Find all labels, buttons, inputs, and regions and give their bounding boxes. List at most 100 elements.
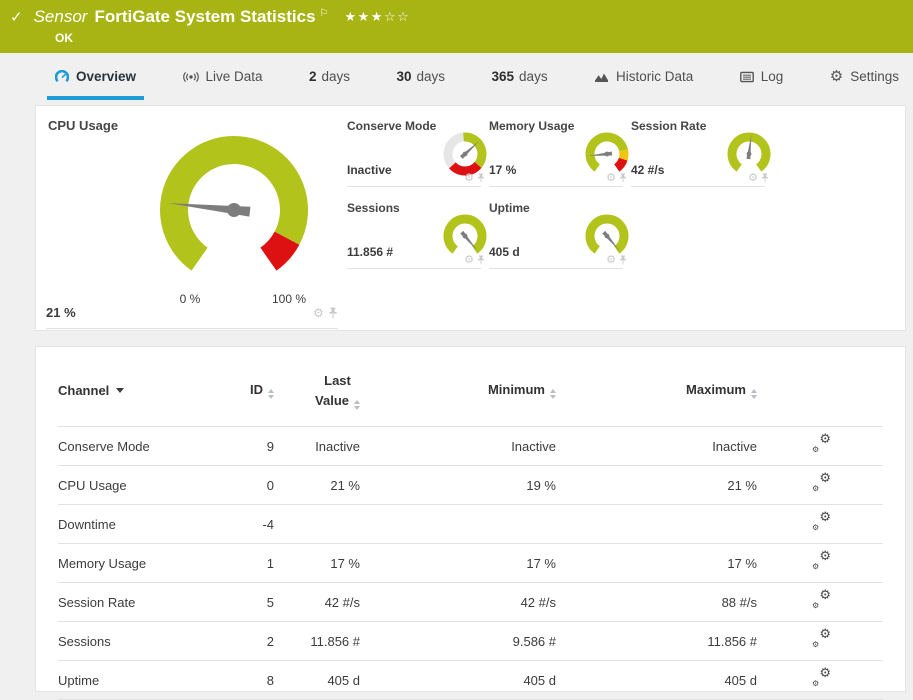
- channel-minimum: 9.586 #: [360, 621, 556, 661]
- cpu-gauge-chart: [134, 112, 334, 277]
- tab-label: days: [519, 69, 548, 84]
- channel-minimum: Inactive: [360, 426, 556, 466]
- gear-icon[interactable]: ⚙: [464, 172, 474, 183]
- channel-name: Downtime: [58, 504, 230, 544]
- table-row: Conserve Mode 9 Inactive Inactive Inacti…: [58, 426, 883, 466]
- channel-settings-icon[interactable]: ⚙ ⚙: [812, 472, 831, 493]
- table-row: Memory Usage 1 17 % 17 % 17 % ⚙ ⚙: [58, 543, 883, 583]
- gear-icon[interactable]: ⚙: [313, 307, 324, 319]
- table-row: Session Rate 5 42 #/s 42 #/s 88 #/s ⚙ ⚙: [58, 582, 883, 622]
- tab-number: 2: [309, 69, 317, 84]
- tab-historic-data[interactable]: Historic Data: [594, 53, 693, 100]
- banner-title-row: ✓ Sensor FortiGate System Statistics ⚐ ★…: [0, 0, 913, 27]
- log-list-icon: [739, 71, 754, 82]
- channel-value: 17 %: [489, 163, 517, 177]
- channel-title: Memory Usage: [489, 119, 575, 133]
- channel-minimum: 19 %: [360, 465, 556, 505]
- gear-icon[interactable]: ⚙: [748, 172, 758, 183]
- divider: [46, 328, 338, 329]
- channel-maximum: 17 %: [556, 543, 757, 583]
- column-header-label: Channel: [58, 383, 110, 398]
- channel-value: 11.856 #: [347, 245, 394, 259]
- gear-icon[interactable]: ⚙: [464, 254, 474, 265]
- channel-value: Inactive: [347, 163, 392, 177]
- channel-name: Sessions: [58, 621, 230, 661]
- tab-number: 30: [396, 69, 412, 84]
- column-header-label: Value: [315, 392, 349, 408]
- channel-name: CPU Usage: [58, 465, 230, 505]
- tab-label: days: [416, 69, 446, 84]
- column-header-label: Minimum: [487, 382, 545, 397]
- tab-overview[interactable]: Overview: [46, 53, 145, 100]
- area-chart-icon: [595, 73, 609, 82]
- channel-settings-icon[interactable]: ⚙ ⚙: [812, 511, 831, 532]
- gear-icon[interactable]: ⚙: [606, 254, 616, 265]
- sensor-status-banner: ✓ Sensor FortiGate System Statistics ⚐ ★…: [0, 0, 913, 53]
- mini-gauge-grid: Conserve Mode Inactive ⚙ Memory Usage 17…: [347, 116, 773, 280]
- column-header-last-value[interactable]: Last Value: [274, 347, 360, 427]
- pin-icon[interactable]: [619, 173, 627, 183]
- channel-settings-icon[interactable]: ⚙ ⚙: [812, 628, 831, 649]
- tab-label: Historic Data: [616, 69, 694, 84]
- check-icon: ✓: [10, 7, 23, 26]
- primary-channel-value: 21 %: [46, 305, 76, 320]
- tab-number: 365: [491, 69, 515, 84]
- column-header-channel[interactable]: Channel: [58, 347, 230, 427]
- mini-panel-uptime: Uptime 405 d ⚙: [489, 198, 629, 269]
- panel-action-icons: ⚙: [464, 254, 485, 265]
- tab-log[interactable]: Log: [739, 53, 783, 100]
- table-row: Uptime 8 405 d 405 d 405 d ⚙ ⚙: [58, 660, 883, 700]
- mini-panel-memory-usage: Memory Usage 17 % ⚙: [489, 116, 629, 187]
- tab-settings[interactable]: ⚙ Settings: [830, 53, 899, 100]
- tab-365-days[interactable]: 365 days: [492, 53, 548, 100]
- channel-id: -4: [230, 504, 274, 544]
- channel-id: 9: [230, 426, 274, 466]
- tab-live-data[interactable]: Live Data: [182, 53, 263, 100]
- gear-icon: ⚙: [829, 67, 844, 85]
- flag-icon[interactable]: ⚐: [320, 8, 329, 19]
- channel-last-value: [274, 504, 360, 544]
- channel-id: 8: [230, 660, 274, 700]
- panel-action-icons: ⚙: [606, 254, 627, 265]
- channel-settings-icon[interactable]: ⚙ ⚙: [812, 550, 831, 571]
- channel-id: 2: [230, 621, 274, 661]
- gear-icon[interactable]: ⚙: [606, 172, 616, 183]
- column-header-id[interactable]: ID: [230, 347, 274, 427]
- channels-table-panel: Channel ID Last Value Minimum Maximum Co…: [35, 346, 906, 700]
- column-header-actions: [757, 347, 883, 427]
- pin-icon[interactable]: [761, 173, 769, 183]
- pin-icon[interactable]: [477, 255, 485, 265]
- channel-last-value: 42 #/s: [274, 582, 360, 622]
- mini-panel-conserve-mode: Conserve Mode Inactive ⚙: [347, 116, 487, 187]
- priority-star-rating[interactable]: ★★★☆☆: [345, 10, 411, 25]
- sort-caret-icon: [116, 388, 125, 393]
- panel-action-icons: ⚙: [464, 172, 485, 183]
- sensor-status-text: OK: [55, 31, 73, 45]
- channel-minimum: [360, 504, 556, 544]
- channel-last-value: 21 %: [274, 465, 360, 505]
- channel-id: 1: [230, 543, 274, 583]
- tab-30-days[interactable]: 30 days: [397, 53, 446, 100]
- sort-icon: [751, 389, 757, 399]
- pin-icon[interactable]: [328, 307, 338, 319]
- tab-label: days: [321, 69, 351, 84]
- tab-2-days[interactable]: 2 days: [309, 53, 350, 100]
- column-header-label: Last: [324, 373, 351, 388]
- channel-settings-icon[interactable]: ⚙ ⚙: [812, 667, 831, 688]
- channel-value: 405 d: [489, 245, 520, 259]
- channel-settings-icon[interactable]: ⚙ ⚙: [812, 589, 831, 610]
- column-header-maximum[interactable]: Maximum: [556, 347, 757, 427]
- channel-minimum: 17 %: [360, 543, 556, 583]
- column-header-minimum[interactable]: Minimum: [360, 347, 556, 427]
- channel-title: Sessions: [347, 201, 400, 215]
- pin-icon[interactable]: [477, 173, 485, 183]
- channel-settings-icon[interactable]: ⚙ ⚙: [812, 433, 831, 454]
- channel-last-value: 405 d: [274, 660, 360, 700]
- channels-table: Channel ID Last Value Minimum Maximum Co…: [58, 347, 883, 700]
- tab-bar: Overview Live Data 2 days 30 days 365 da…: [0, 53, 913, 100]
- pin-icon[interactable]: [619, 255, 627, 265]
- channel-last-value: 11.856 #: [274, 621, 360, 661]
- channel-name: Session Rate: [58, 582, 230, 622]
- gauge-scale-min: 0 %: [179, 292, 201, 306]
- tab-label: Overview: [76, 69, 137, 84]
